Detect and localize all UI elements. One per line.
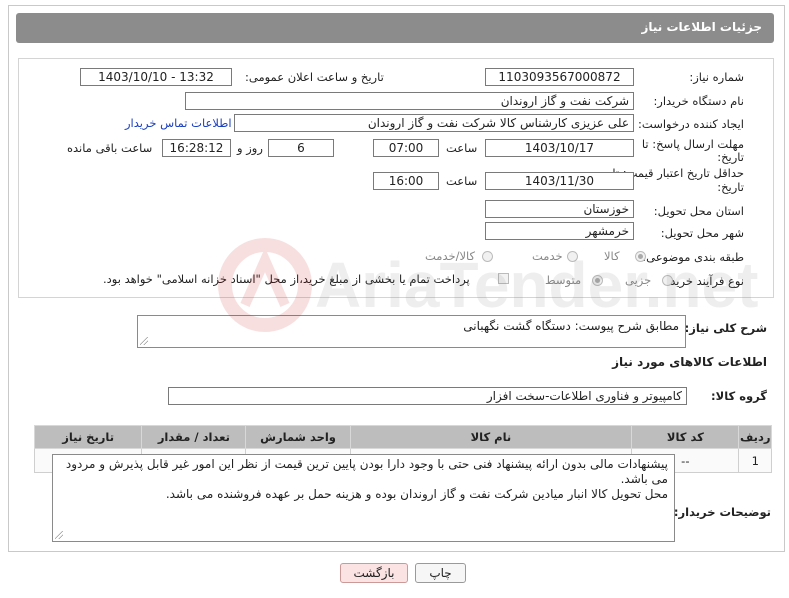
col-row-number: ردیف [738, 425, 772, 449]
province-label: استان محل تحویل: [653, 204, 744, 218]
page-title-bar: جزئیات اطلاعات نیاز [16, 13, 774, 43]
category-option-service: خدمت [532, 249, 563, 263]
category-label: طبقه بندی موضوعی: [642, 250, 744, 264]
days-label: روز و [237, 141, 263, 155]
back-button[interactable]: بازگشت [340, 563, 408, 583]
goods-group-field[interactable]: کامپیوتر و فناوری اطلاعات-سخت افزار [168, 387, 687, 405]
need-number-label: شماره نیاز: [689, 70, 744, 84]
buyer-notes-line-1: پیشنهادات مالی بدون ارائه پیشنهاد فنی حت… [65, 457, 668, 486]
city-field[interactable]: خرمشهر [485, 222, 634, 240]
requester-field[interactable]: علی عزیزی کارشناس کالا شرکت نفت و گاز ار… [234, 114, 634, 132]
resize-handle-icon[interactable] [55, 531, 63, 539]
col-item-name: نام کالا [349, 425, 633, 449]
reply-deadline-label-2: تاریخ: [717, 150, 744, 164]
category-radio-goods[interactable] [635, 251, 646, 262]
announce-datetime-label: تاریخ و ساعت اعلان عمومی: [245, 70, 384, 84]
general-description-textarea[interactable]: مطابق شرح پیوست: دستگاه گشت نگهبانی [137, 315, 686, 348]
category-radio-service[interactable] [567, 251, 578, 262]
items-table-header: ردیف کد کالا نام کالا واحد شمارش تعداد /… [33, 425, 772, 449]
reply-time-field[interactable]: 07:00 [373, 139, 439, 157]
goods-info-heading: اطلاعات کالاهای مورد نیاز [612, 355, 767, 369]
purchase-type-label: نوع فرآیند خرید : [662, 274, 744, 288]
purchase-type-radio-medium[interactable] [592, 275, 603, 286]
buyer-org-label: نام دستگاه خریدار: [653, 94, 744, 108]
city-label: شهر محل تحویل: [660, 226, 744, 240]
price-validity-time-field[interactable]: 16:00 [373, 172, 439, 190]
price-validity-time-label: ساعت [446, 174, 478, 188]
page-title: جزئیات اطلاعات نیاز [641, 20, 762, 34]
buyer-org-field[interactable]: شرکت نفت و گاز اروندان [185, 92, 634, 110]
resize-handle-icon[interactable] [140, 337, 148, 345]
general-description-label: شرح کلی نیاز: [684, 321, 767, 335]
purchase-type-option-minor: جزیی [625, 273, 652, 287]
reply-deadline-label: مهلت ارسال پاسخ: تا [641, 137, 744, 151]
col-item-code: کد کالا [631, 425, 740, 449]
category-option-goods-service: کالا/خدمت [425, 249, 476, 263]
buyer-notes-line-2: محل تحویل کالا انبار میادین شرکت نفت و گ… [165, 487, 668, 501]
buyer-contact-link[interactable]: اطلاعات تماس خریدار [125, 116, 232, 130]
goods-group-label: گروه کالا: [711, 389, 767, 403]
col-need-date: تاریخ نیاز [33, 425, 143, 449]
need-number-field[interactable]: 1103093567000872 [485, 68, 634, 86]
print-button[interactable]: چاپ [415, 563, 466, 583]
buyer-notes-textarea[interactable]: پیشنهادات مالی بدون ارائه پیشنهاد فنی حت… [52, 454, 675, 542]
price-validity-label-2: تاریخ: [717, 180, 744, 194]
price-validity-date-field[interactable]: 1403/11/30 [485, 172, 634, 190]
category-option-goods: کالا [604, 249, 620, 263]
general-description-text: مطابق شرح پیوست: دستگاه گشت نگهبانی [463, 319, 679, 333]
reply-days-field[interactable]: 6 [268, 139, 334, 157]
cell-row-number: 1 [738, 448, 772, 473]
province-field[interactable]: خوزستان [485, 200, 634, 218]
announce-datetime-field[interactable]: 1403/10/10 - 13:32 [80, 68, 232, 86]
remaining-time-field[interactable]: 16:28:12 [162, 139, 231, 157]
col-unit: واحد شمارش [245, 425, 351, 449]
reply-time-label: ساعت [446, 141, 478, 155]
treasury-payment-checkbox[interactable] [498, 273, 509, 284]
category-radio-goods-service[interactable] [482, 251, 493, 262]
remaining-label: ساعت باقی مانده [67, 141, 153, 155]
buyer-notes-label: توضیحات خریدار: [673, 505, 771, 519]
reply-date-field[interactable]: 1403/10/17 [485, 139, 634, 157]
col-quantity: تعداد / مقدار [141, 425, 247, 449]
purchase-type-option-medium: متوسط [545, 273, 582, 287]
treasury-payment-note: پرداخت تمام یا بخشی از مبلغ خرید،از محل … [103, 272, 470, 286]
purchase-type-radio-minor[interactable] [662, 275, 673, 286]
requester-label: ایجاد کننده درخواست: [638, 117, 744, 131]
